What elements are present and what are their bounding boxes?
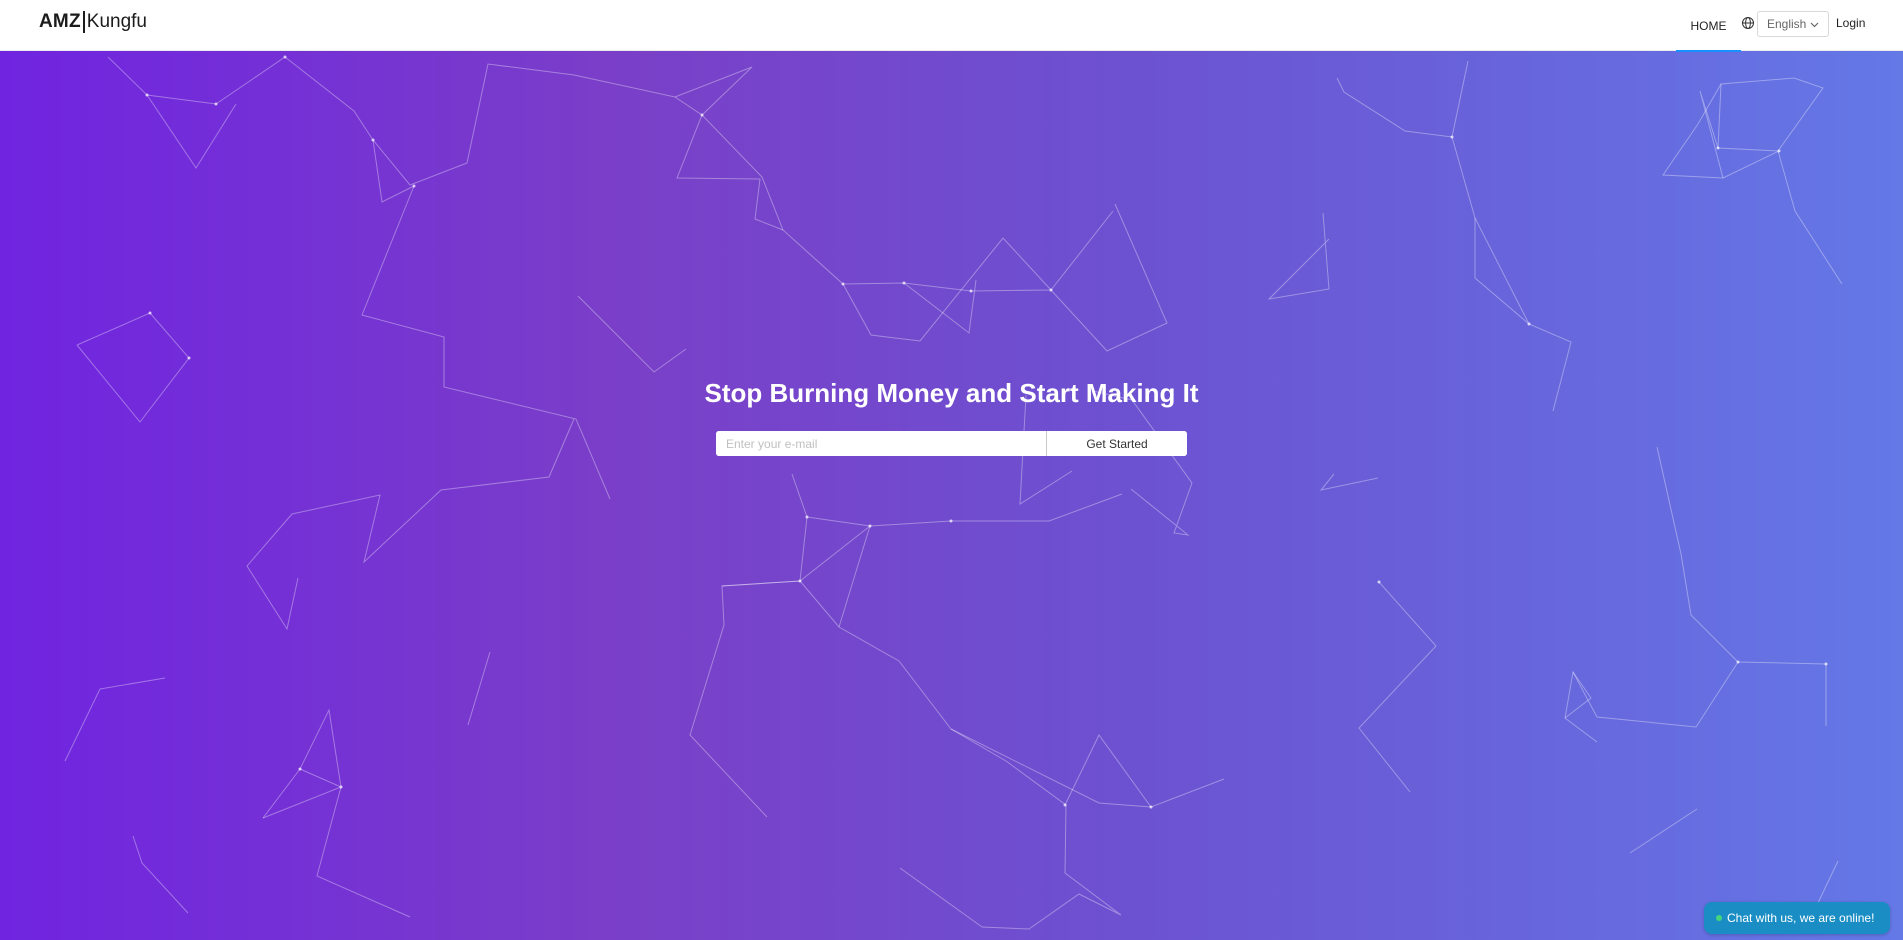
logo-divider xyxy=(82,11,85,33)
globe-icon xyxy=(1742,17,1754,29)
chevron-down-icon xyxy=(1810,22,1819,28)
logo-light-text: Kungfu xyxy=(86,11,147,32)
online-status-dot xyxy=(1716,915,1722,921)
nav-active-indicator xyxy=(1676,50,1741,52)
site-header: AMZ Kungfu HOME English Login xyxy=(0,0,1903,52)
language-select[interactable]: English xyxy=(1757,11,1829,37)
chat-widget-button[interactable]: Chat with us, we are online! xyxy=(1704,902,1890,934)
hero-title: Stop Burning Money and Start Making It xyxy=(704,378,1199,408)
particle-network-background xyxy=(64,55,1843,930)
language-selected-value: English xyxy=(1767,17,1807,31)
signup-form: Get Started xyxy=(716,431,1187,456)
logo-bold-text: AMZ xyxy=(39,11,81,32)
site-logo[interactable]: AMZ Kungfu xyxy=(39,10,147,34)
login-link[interactable]: Login xyxy=(1836,0,1866,46)
email-input[interactable] xyxy=(716,431,1047,456)
chat-widget-label: Chat with us, we are online! xyxy=(1727,911,1875,925)
nav-home-link[interactable]: HOME xyxy=(1676,0,1741,52)
get-started-button[interactable]: Get Started xyxy=(1047,431,1187,456)
nav-home-label: HOME xyxy=(1690,18,1727,33)
hero-section: Stop Burning Money and Start Making It G… xyxy=(0,51,1903,940)
